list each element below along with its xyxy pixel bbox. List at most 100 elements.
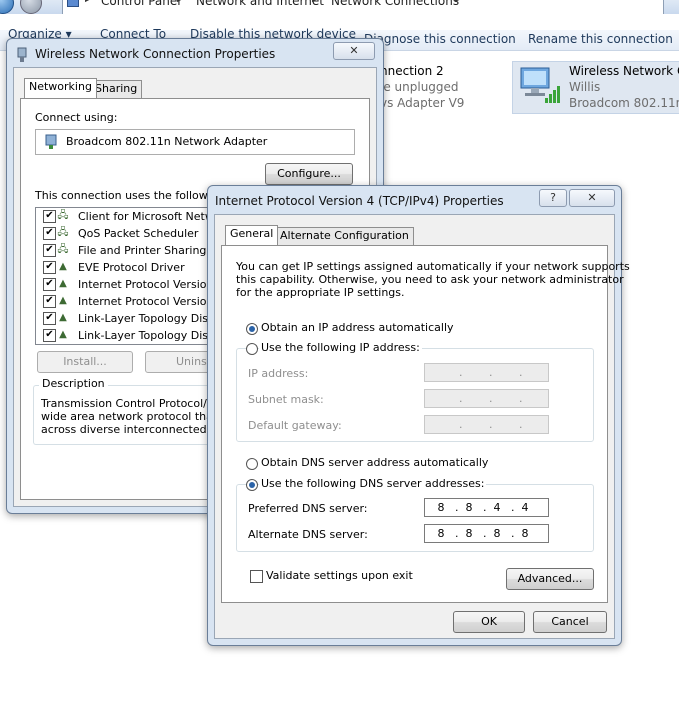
install-button[interactable]: Install... [37, 351, 133, 373]
configure-button[interactable]: Configure... [265, 163, 353, 185]
description-label: Description [39, 377, 108, 390]
obtain-ip-auto-radio[interactable] [246, 323, 258, 335]
connection-adapter: Broadcom 802.11n Ne [569, 96, 679, 110]
close-button[interactable]: ✕ [569, 189, 615, 207]
description-line: wide area network protocol that pr [41, 410, 233, 423]
intro-text: You can get IP settings assigned automat… [236, 260, 630, 273]
tab-general[interactable]: General [225, 225, 279, 245]
breadcrumb-control-panel[interactable]: Control Panel [101, 0, 181, 8]
component-label: EVE Protocol Driver [78, 261, 185, 274]
description-line: across diverse interconnected net [41, 423, 229, 436]
subnet-mask-label: Subnet mask: [248, 393, 324, 406]
obtain-ip-auto-label[interactable]: Obtain an IP address automatically [261, 321, 454, 334]
obtain-dns-auto-radio[interactable] [246, 458, 258, 470]
adapter-name: Broadcom 802.11n Network Adapter [66, 135, 268, 148]
list-item[interactable]: ✔ ▲ Internet Protocol Version 4 ( [36, 293, 217, 310]
component-checkbox[interactable]: ✔ [43, 227, 56, 240]
ipv4-properties-window: Internet Protocol Version 4 (TCP/IPv4) P… [207, 185, 630, 646]
window-title: Wireless Network Connection Properties [35, 47, 276, 61]
sharing-icon: 🖧 [57, 244, 69, 255]
component-checkbox[interactable]: ✔ [43, 312, 56, 325]
component-checkbox[interactable]: ✔ [43, 244, 56, 257]
tab-sharing[interactable]: Sharing [90, 80, 143, 98]
list-item[interactable]: ✔ 🖧 File and Printer Sharing for M [36, 242, 216, 259]
protocol-icon: ▲ [59, 278, 67, 289]
diagnose-button[interactable]: Diagnose this connection [364, 32, 516, 46]
obtain-dns-auto-label[interactable]: Obtain DNS server address automatically [261, 456, 488, 469]
protocol-icon: ▲ [59, 261, 67, 272]
connection-name: Wireless Network Co [569, 64, 679, 78]
scheduler-icon: 🖧 [57, 227, 69, 238]
description-line: Transmission Control Protocol/Inte [41, 397, 229, 410]
help-button[interactable]: ? [539, 189, 567, 207]
list-item[interactable]: ✔ ▲ Internet Protocol Version 6 ( [36, 276, 217, 293]
wireless-adapter-icon [520, 67, 560, 103]
use-following-dns-radio[interactable] [246, 479, 258, 491]
component-checkbox[interactable]: ✔ [43, 329, 56, 342]
breadcrumb-separator: ▶ [177, 0, 184, 4]
connection-status: le unplugged [380, 80, 459, 94]
list-item[interactable]: ✔ ▲ Link-Layer Topology Discov [36, 310, 217, 327]
wireless-connection-item[interactable]: Wireless Network Co Willis Broadcom 802.… [512, 61, 679, 114]
help-icon: ? [550, 191, 556, 204]
preferred-dns-label: Preferred DNS server: [248, 502, 368, 515]
list-item[interactable]: ✔ ▲ Link-Layer Topology Discov [36, 327, 216, 344]
component-label: Internet Protocol Version 6 ( [78, 278, 217, 291]
adapter-field: Broadcom 802.11n Network Adapter [35, 129, 355, 155]
connection-network: Willis [569, 80, 601, 94]
advanced-button[interactable]: Advanced... [506, 568, 594, 590]
component-checkbox[interactable]: ✔ [43, 278, 56, 291]
ip-address-label: IP address: [248, 367, 309, 380]
list-item[interactable]: ✔ 🖧 Client for Microsoft Network [36, 208, 216, 225]
components-label: This connection uses the following it [35, 189, 236, 202]
component-checkbox[interactable]: ✔ [43, 261, 56, 274]
protocol-icon: ▲ [59, 329, 67, 340]
client-icon: 🖧 [57, 210, 69, 221]
default-gateway-label: Default gateway: [248, 419, 342, 432]
breadcrumb-separator: ▶ [85, 0, 92, 4]
use-following-ip-radio[interactable] [246, 343, 258, 355]
use-following-ip-label[interactable]: Use the following IP address: [259, 341, 422, 354]
connect-using-label: Connect using: [35, 111, 118, 124]
list-item[interactable]: ✔ 🖧 QoS Packet Scheduler [36, 225, 216, 242]
alternate-dns-field[interactable]: 8. 8. 8. 8 [424, 524, 549, 543]
component-label: Internet Protocol Version 4 ( [78, 295, 217, 308]
protocol-icon: ▲ [59, 312, 67, 323]
breadcrumb-network-internet[interactable]: Network and Internet [196, 0, 324, 8]
list-item[interactable]: ✔ ▲ EVE Protocol Driver [36, 259, 216, 276]
address-bar: ▶ Control Panel ▶ Network and Internet ▶… [0, 0, 679, 14]
tab-networking[interactable]: Networking [24, 78, 97, 98]
ok-button[interactable]: OK [453, 611, 525, 633]
use-following-dns-label[interactable]: Use the following DNS server addresses: [259, 477, 487, 490]
component-label: QoS Packet Scheduler [78, 227, 199, 240]
component-label: Link-Layer Topology Discov [78, 312, 217, 325]
network-adapter-icon [17, 47, 27, 62]
rename-button[interactable]: Rename this connection [528, 32, 673, 46]
tab-alternate-configuration[interactable]: Alternate Configuration [275, 227, 414, 245]
connection-name: nnection 2 [380, 64, 444, 78]
address-field[interactable]: ▶ Control Panel ▶ Network and Internet ▶… [62, 0, 664, 14]
adapter-icon [45, 134, 57, 149]
component-checkbox[interactable]: ✔ [43, 295, 56, 308]
preferred-dns-field[interactable]: 8. 8. 4. 4 [424, 498, 549, 517]
protocol-icon: ▲ [59, 295, 67, 306]
cancel-button[interactable]: Cancel [533, 611, 607, 633]
subnet-mask-field[interactable]: ... [424, 389, 549, 408]
forward-icon[interactable] [20, 0, 42, 14]
component-checkbox[interactable]: ✔ [43, 210, 56, 223]
components-list[interactable]: ✔ 🖧 Client for Microsoft Network ✔ 🖧 QoS… [35, 207, 217, 345]
validate-checkbox[interactable] [250, 570, 263, 583]
close-icon: ✕ [349, 44, 359, 57]
intro-text: for the appropriate IP settings. [236, 286, 405, 299]
validate-label[interactable]: Validate settings upon exit [266, 569, 413, 582]
component-label: File and Printer Sharing for M [78, 244, 216, 257]
general-tab-page: You can get IP settings assigned automat… [221, 245, 630, 603]
breadcrumb-separator: ▶ [455, 0, 462, 4]
close-icon: ✕ [587, 191, 597, 204]
back-icon[interactable] [0, 0, 14, 14]
ip-address-field[interactable]: ... [424, 363, 549, 382]
default-gateway-field[interactable]: ... [424, 415, 549, 434]
breadcrumb-network-connections[interactable]: Network Connections [331, 0, 459, 8]
close-button[interactable]: ✕ [333, 42, 375, 60]
window-title: Internet Protocol Version 4 (TCP/IPv4) P… [215, 194, 504, 208]
